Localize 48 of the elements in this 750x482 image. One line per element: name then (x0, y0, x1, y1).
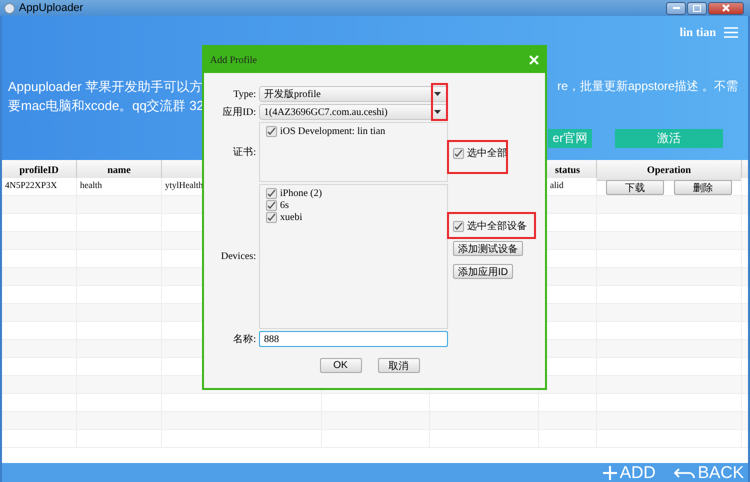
checkbox-label: 6s (280, 200, 289, 211)
checkbox[interactable] (453, 148, 464, 158)
checkbox-label: iPhone (2) (280, 188, 322, 199)
field-label: 名称: (232, 333, 256, 346)
row-action-button[interactable]: 下载 (606, 180, 664, 195)
checkbox-label: 选中全部 (467, 146, 507, 160)
checkbox[interactable] (266, 212, 277, 223)
window-title: AppUploader (19, 2, 84, 14)
dialog-title: Add Profile (210, 54, 257, 66)
checkbox[interactable] (266, 188, 277, 199)
checkbox-label: xuebi (280, 212, 302, 223)
maximize-button[interactable] (687, 2, 707, 14)
highlight-box (431, 83, 448, 121)
dialog-button[interactable]: 取消 (378, 358, 420, 373)
field-label: 应用ID: (222, 106, 256, 119)
minimize-button[interactable] (666, 2, 686, 14)
column-header: Operation (597, 160, 742, 181)
name-field[interactable]: 888 (259, 331, 448, 347)
close-icon (722, 4, 730, 12)
plus-icon (602, 464, 618, 480)
field-label: Devices: (220, 251, 256, 262)
type-dropdown[interactable]: 开发版profile (259, 86, 448, 102)
side-button[interactable]: 添加应用ID (453, 264, 513, 279)
field-label: 证书: (232, 146, 256, 159)
field-label: Type: (232, 88, 256, 100)
row-action-button[interactable]: 删除 (674, 180, 732, 195)
caret-icon (434, 110, 441, 114)
close-button[interactable] (708, 2, 744, 14)
checkbox-label: 选中全部设备 (467, 220, 527, 233)
description-text: Appuploader 苹果开发助手可以方 (8, 78, 204, 96)
highlight-box (447, 140, 508, 174)
checkbox[interactable] (266, 200, 277, 211)
minimize-icon (672, 7, 680, 9)
caret-icon (434, 92, 441, 96)
checkbox-label: iOS Development: lin tian (280, 126, 386, 137)
user-name: lin tian (680, 24, 716, 40)
close-icon (529, 55, 539, 65)
description-text: re，批量更新appstore描述 。不需 (557, 78, 738, 95)
maximize-icon (693, 4, 701, 12)
checkbox[interactable] (453, 220, 464, 232)
table-cell: 4N5P22XP3X (2, 178, 77, 196)
dialog-button[interactable]: OK (320, 358, 362, 373)
side-button[interactable]: 添加测试设备 (453, 241, 523, 256)
app-id-dropdown[interactable]: 1(4AZ3696GC7.com.au.ceshi) (259, 104, 448, 120)
table-cell: health (77, 178, 162, 196)
checkbox[interactable] (266, 126, 277, 137)
app-icon (4, 2, 15, 14)
back-arrow-icon (674, 466, 696, 480)
